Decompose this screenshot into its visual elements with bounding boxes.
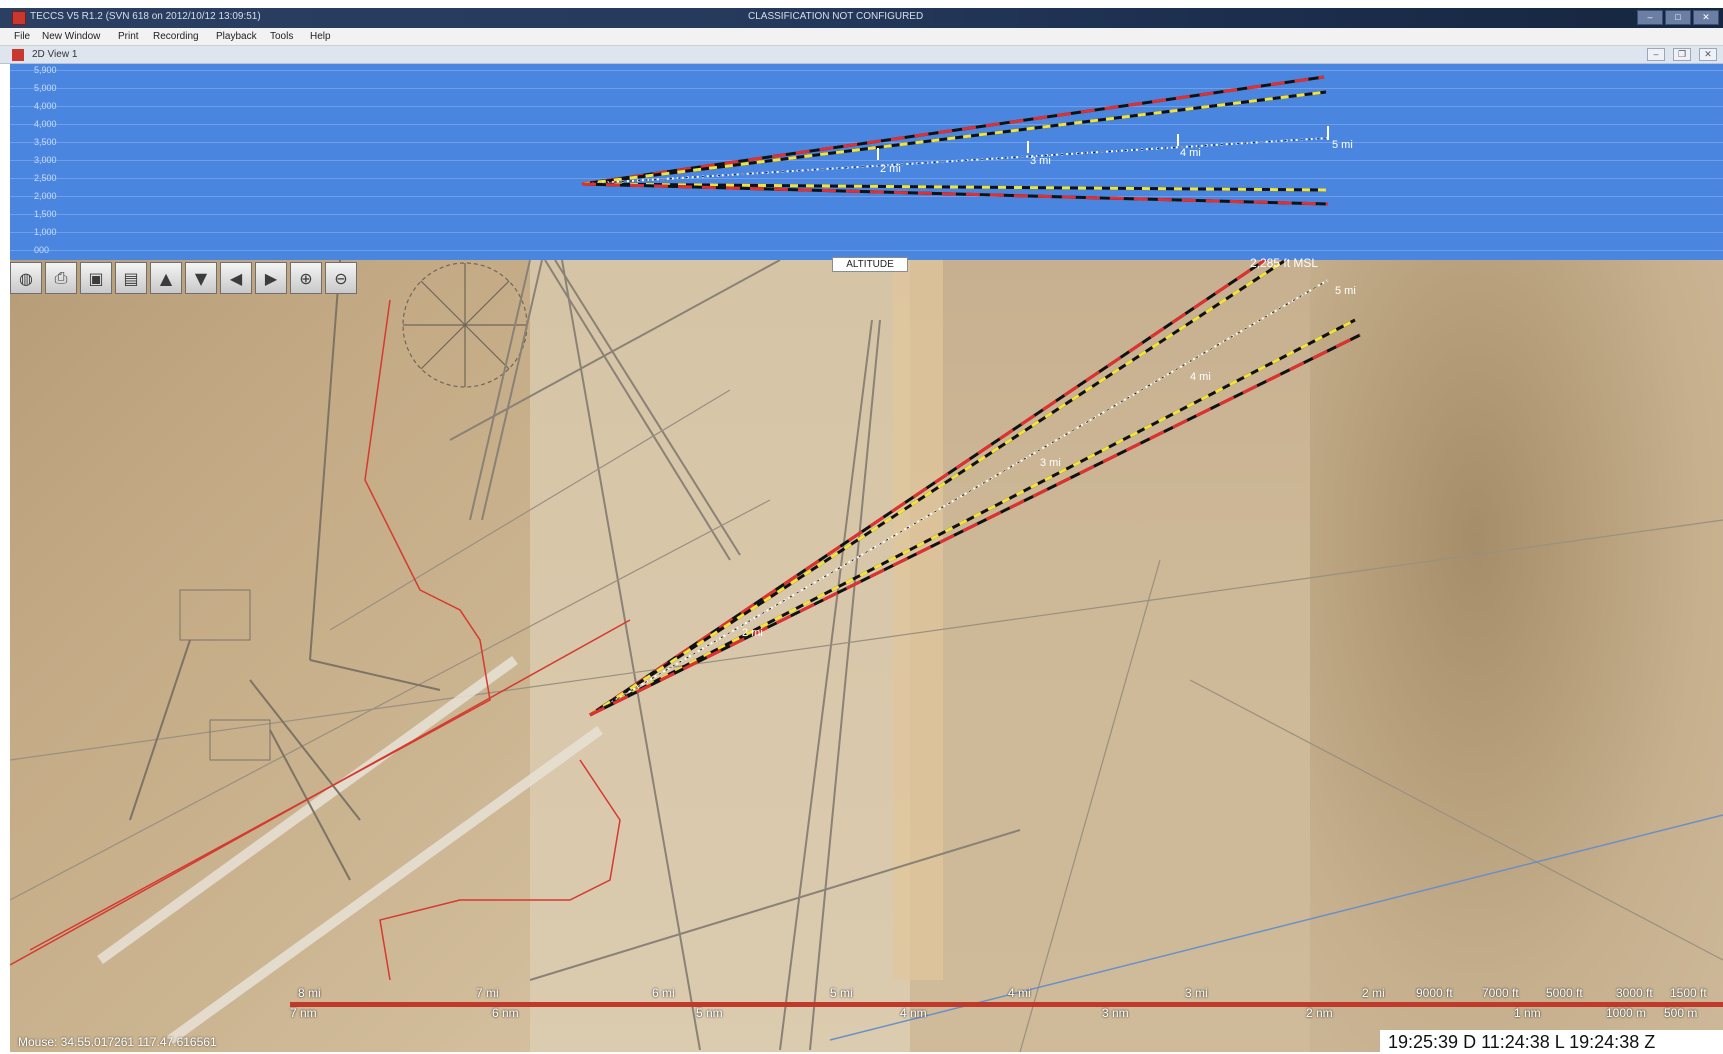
scale-label: 7 nm — [290, 1006, 317, 1020]
scale-label: 6 nm — [492, 1006, 519, 1020]
app-window: TECCS V5 R1.2 (SVN 618 on 2012/10/12 13:… — [0, 0, 1723, 1054]
zoom-in-icon[interactable]: ⊕ — [290, 262, 322, 294]
scale-label: 5000 ft — [1546, 986, 1583, 1000]
map-toolbar: ◍ ⎙ ▣ ▤ ▲ ▼ ◀ ▶ ⊕ ⊖ — [10, 262, 357, 294]
view-icon — [12, 49, 24, 61]
pan-right-icon[interactable]: ▶ — [255, 262, 287, 294]
scale-label: 3 mi — [1185, 986, 1208, 1000]
scale-bar: 8 mi 7 mi 6 mi 5 mi 4 mi 3 mi 2 mi 9000 … — [290, 980, 1723, 1020]
roads — [10, 389, 1723, 1052]
save-icon[interactable]: ▣ — [80, 262, 112, 294]
status-bar: Mouse: 34.55.017261 117.47.616561 19:25:… — [0, 1030, 1723, 1054]
map-distance-4mi: 4 mi — [1190, 371, 1211, 383]
profile-distance-2mi: 2 mi — [880, 163, 901, 175]
map-view[interactable]: 2 mi 3 mi 4 mi 5 mi — [10, 260, 1723, 1052]
altitude-readout: 2,285 ft MSL — [1250, 256, 1319, 270]
minimize-icon[interactable]: – — [1637, 10, 1663, 25]
scale-label: 4 nm — [900, 1006, 927, 1020]
menu-print[interactable]: Print — [118, 31, 139, 42]
pan-down-icon[interactable]: ▼ — [185, 262, 217, 294]
profile-distance-3mi: 3 mi — [1030, 155, 1051, 167]
view-restore-icon[interactable]: ❐ — [1673, 48, 1691, 61]
menu-recording[interactable]: Recording — [153, 31, 199, 42]
map-approach-paths — [589, 260, 1361, 717]
scale-label: 9000 ft — [1416, 986, 1453, 1000]
profile-distance-4mi: 4 mi — [1180, 147, 1201, 159]
layers-icon[interactable]: ▤ — [115, 262, 147, 294]
scale-label: 3 nm — [1102, 1006, 1129, 1020]
app-icon — [12, 11, 26, 25]
map-distance-5mi: 5 mi — [1335, 285, 1356, 297]
globe-icon[interactable]: ◍ — [10, 262, 42, 294]
scale-label: 5 mi — [830, 986, 853, 1000]
scale-label: 1 nm — [1514, 1006, 1541, 1020]
scale-label: 2 nm — [1306, 1006, 1333, 1020]
pan-left-icon[interactable]: ◀ — [220, 262, 252, 294]
menu-playback[interactable]: Playback — [216, 31, 257, 42]
compass-rose — [402, 262, 528, 388]
vertical-profile-panel[interactable]: 5,900 5,000 4,000 4,000 3,500 3,000 2,50… — [10, 64, 1723, 260]
scale-label: 4 mi — [1008, 986, 1031, 1000]
view-controls: – ❐ ✕ — [1647, 48, 1717, 61]
menu-bar: File New Window Print Recording Playback… — [0, 28, 1723, 46]
scale-label: 1000 m — [1606, 1006, 1647, 1020]
profile-approach-paths: 2 mi 3 mi 4 mi 5 mi — [581, 75, 1353, 206]
altitude-tab[interactable]: ALTITUDE — [832, 257, 908, 272]
pan-up-icon[interactable]: ▲ — [150, 262, 182, 294]
view-header: 2D View 1 – ❐ ✕ — [0, 46, 1723, 64]
menu-new-window[interactable]: New Window — [42, 31, 100, 42]
print-icon[interactable]: ⎙ — [45, 262, 77, 294]
profile-distance-5mi: 5 mi — [1332, 139, 1353, 151]
close-icon[interactable]: ✕ — [1693, 10, 1719, 25]
window-title: TECCS V5 R1.2 (SVN 618 on 2012/10/12 13:… — [30, 11, 261, 22]
scale-label: 8 mi — [298, 986, 321, 1000]
scale-label: 7 mi — [476, 986, 499, 1000]
clock-panel: 19:25:39 D 11:24:38 L 19:24:38 Z — [1380, 1030, 1723, 1054]
scale-label: 3000 ft — [1616, 986, 1653, 1000]
scale-label: 7000 ft — [1482, 986, 1519, 1000]
menu-help[interactable]: Help — [310, 31, 331, 42]
time-readout: 19:25:39 D 11:24:38 L 19:24:38 Z — [1388, 1032, 1656, 1052]
title-bar: TECCS V5 R1.2 (SVN 618 on 2012/10/12 13:… — [0, 8, 1723, 28]
scale-label: 2 mi — [1362, 986, 1385, 1000]
view-minimize-icon[interactable]: – — [1647, 48, 1665, 61]
menu-tools[interactable]: Tools — [270, 31, 293, 42]
map-distance-3mi: 3 mi — [1040, 457, 1061, 469]
base-infrastructure — [129, 260, 441, 881]
scale-label: 500 m — [1664, 1006, 1698, 1020]
view-title: 2D View 1 — [32, 49, 78, 60]
menu-file[interactable]: File — [14, 31, 30, 42]
airspace-boundaries — [10, 299, 631, 981]
classification-banner: CLASSIFICATION NOT CONFIGURED — [748, 11, 924, 22]
map-distance-2mi: 2 mi — [742, 627, 763, 639]
lakebed-runways — [449, 260, 1021, 1051]
map-overlays: 2 mi 3 mi 4 mi 5 mi — [10, 260, 1723, 1052]
window-controls: – □ ✕ — [1637, 10, 1719, 25]
maximize-icon[interactable]: □ — [1665, 10, 1691, 25]
scale-label: 5 nm — [696, 1006, 723, 1020]
view-close-icon[interactable]: ✕ — [1699, 48, 1717, 61]
mouse-coordinates: Mouse: 34.55.017261 117.47.616561 — [18, 1035, 217, 1049]
zoom-out-icon[interactable]: ⊖ — [325, 262, 357, 294]
scale-label: 6 mi — [652, 986, 675, 1000]
scale-label: 1500 ft — [1670, 986, 1707, 1000]
